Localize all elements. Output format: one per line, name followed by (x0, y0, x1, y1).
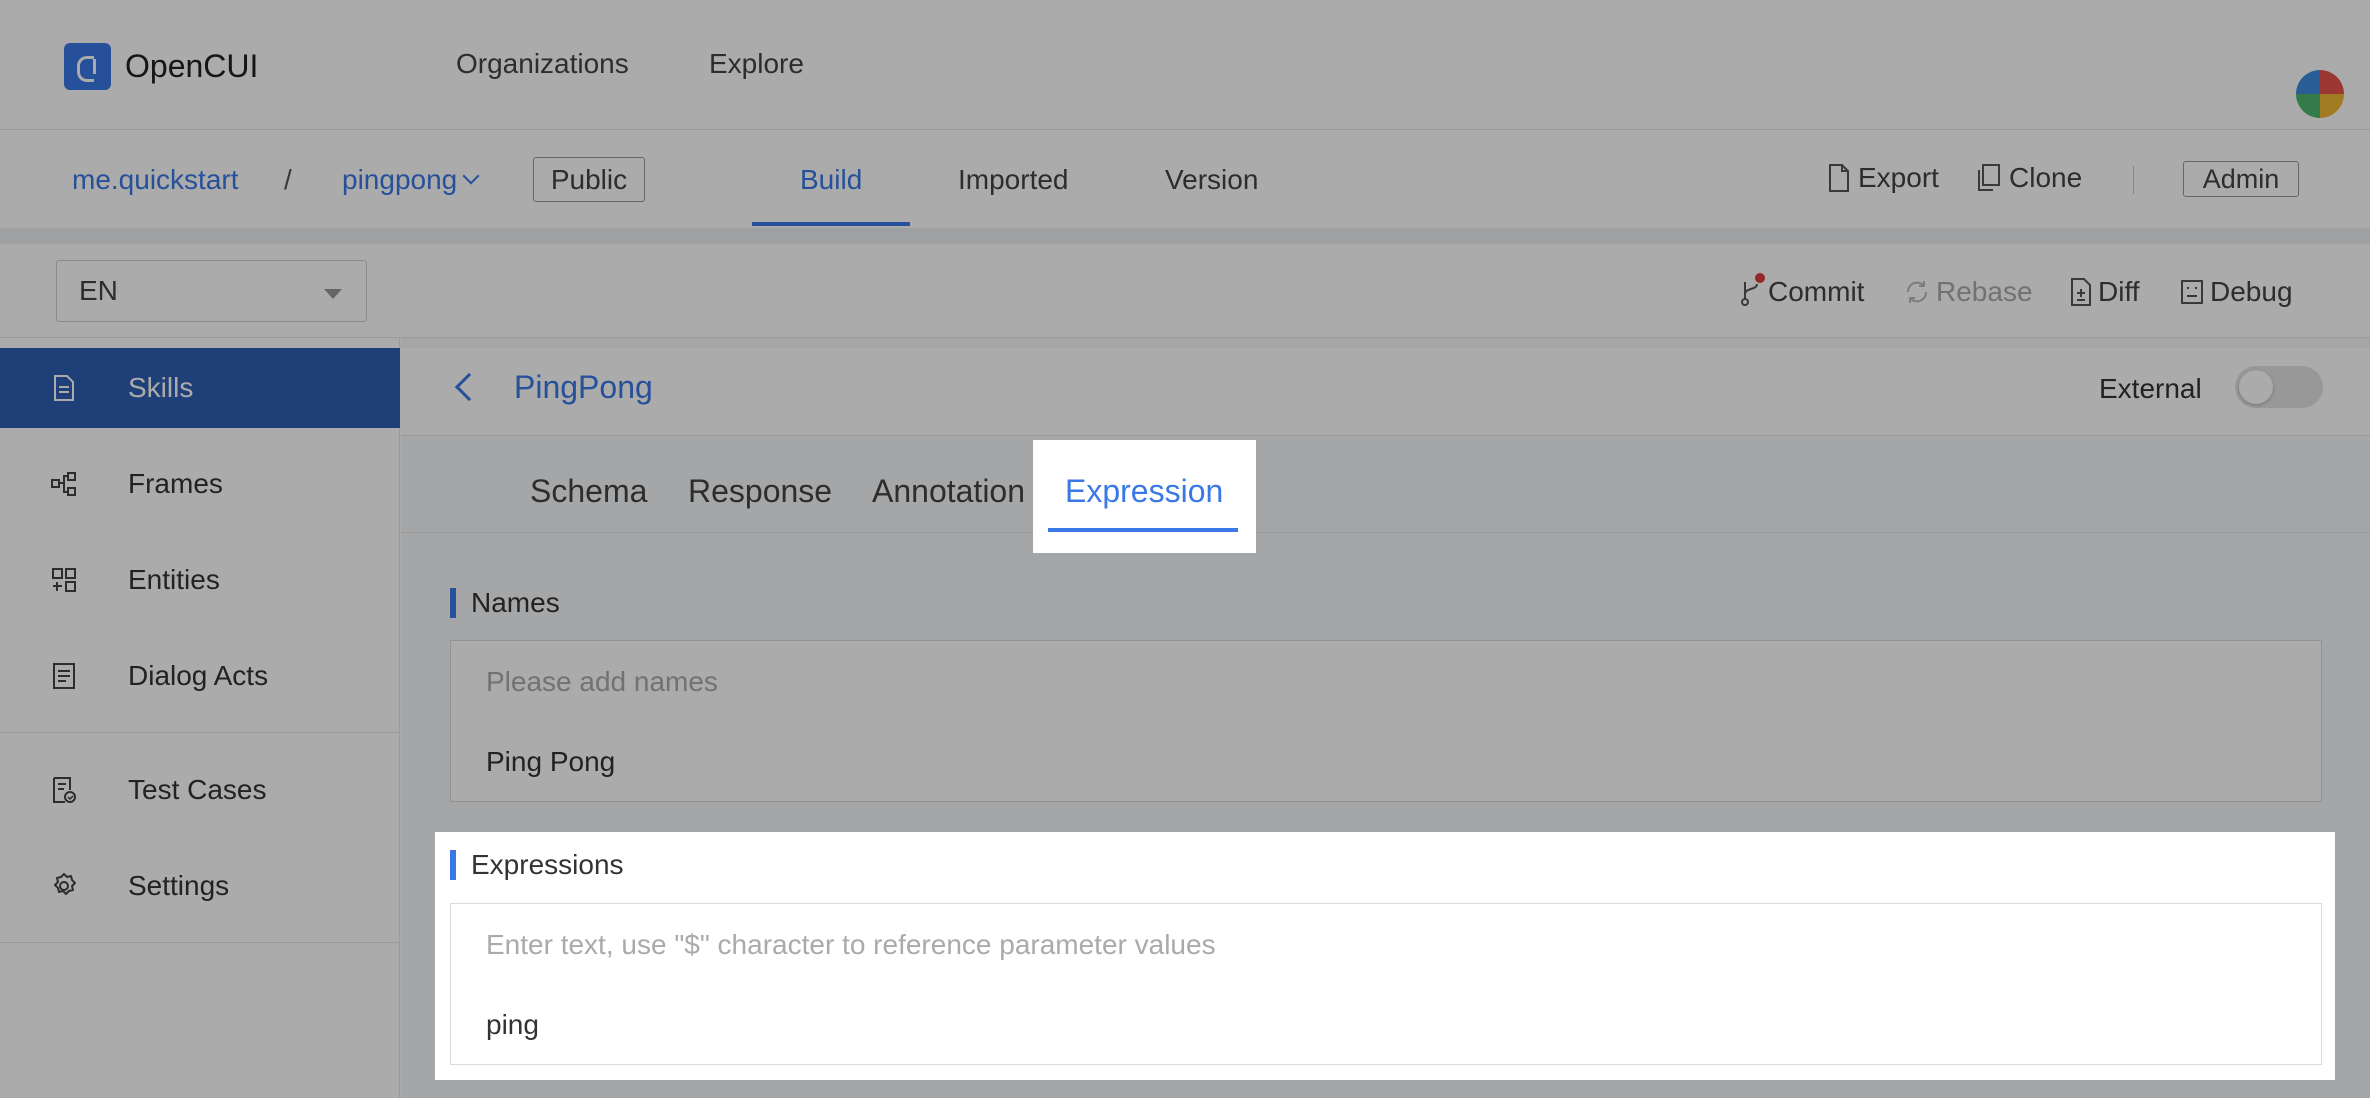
expressions-section-title: Expressions (450, 849, 624, 881)
section-accent-bar (450, 850, 456, 880)
dim-overlay (1256, 440, 2370, 553)
tab-expression[interactable]: Expression (1065, 473, 1223, 510)
dim-overlay (435, 1080, 2335, 1098)
expressions-label: Expressions (471, 849, 624, 880)
expression-value[interactable]: ping (486, 1009, 539, 1041)
expressions-input[interactable]: Enter text, use "$" character to referen… (486, 929, 1216, 961)
dim-overlay (2335, 832, 2370, 1098)
expressions-card: Enter text, use "$" character to referen… (450, 903, 2322, 1065)
dim-overlay (0, 0, 2370, 440)
dim-overlay (0, 553, 2370, 832)
dim-overlay (0, 440, 1033, 553)
active-tab-indicator (1048, 528, 1238, 532)
dim-overlay (0, 832, 435, 1098)
